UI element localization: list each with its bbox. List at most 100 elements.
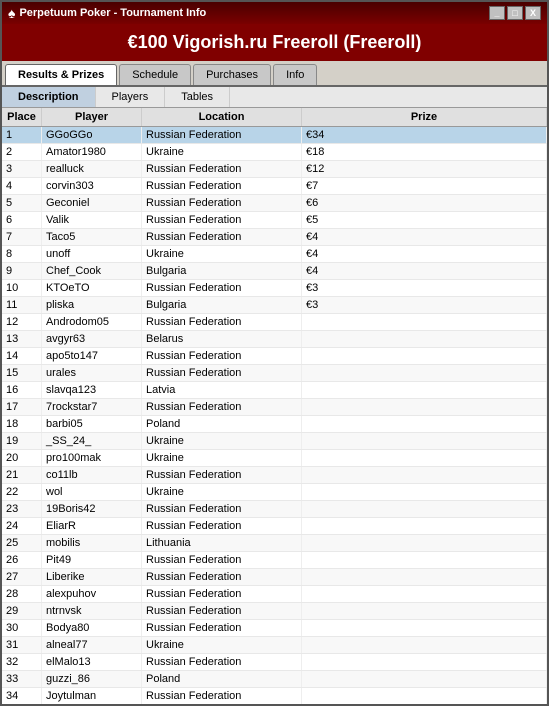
cell-prize [302, 501, 547, 517]
table-row[interactable]: 32elMalo13Russian Federation [2, 654, 547, 671]
cell-place: 2 [2, 144, 42, 160]
table-row[interactable]: 2Amator1980Ukraine€18 [2, 144, 547, 161]
cell-location: Ukraine [142, 144, 302, 160]
cell-prize [302, 382, 547, 398]
cell-player: 19Boris42 [42, 501, 142, 517]
cell-location: Russian Federation [142, 569, 302, 585]
table-body[interactable]: 1GGoGGoRussian Federation€342Amator1980U… [2, 127, 547, 704]
table-row[interactable]: 14apo5to147Russian Federation [2, 348, 547, 365]
cell-player: 7rockstar7 [42, 399, 142, 415]
col-header-prize: Prize [302, 108, 547, 126]
table-row[interactable]: 25mobilisLithuania [2, 535, 547, 552]
table-row[interactable]: 13avgyr63Belarus [2, 331, 547, 348]
table-row[interactable]: 34JoytulmanRussian Federation [2, 688, 547, 704]
table-row[interactable]: 12Androdom05Russian Federation [2, 314, 547, 331]
cell-place: 15 [2, 365, 42, 381]
table-row[interactable]: 6ValikRussian Federation€5 [2, 212, 547, 229]
table-row[interactable]: 21co11lbRussian Federation [2, 467, 547, 484]
cell-location: Poland [142, 416, 302, 432]
cell-player: EliarR [42, 518, 142, 534]
table-row[interactable]: 2319Boris42Russian Federation [2, 501, 547, 518]
table-row[interactable]: 24EliarRRussian Federation [2, 518, 547, 535]
title-bar-buttons: _ □ X [489, 6, 541, 20]
cell-prize: €3 [302, 280, 547, 296]
sub-tabs: Description Players Tables [2, 87, 547, 108]
cell-place: 14 [2, 348, 42, 364]
title-bar-left: ♠ Perpetuum Poker - Tournament Info [8, 5, 206, 21]
cell-prize: €4 [302, 229, 547, 245]
table-row[interactable]: 1GGoGGoRussian Federation€34 [2, 127, 547, 144]
cell-place: 24 [2, 518, 42, 534]
table-row[interactable]: 11pliskaBulgaria€3 [2, 297, 547, 314]
cell-place: 28 [2, 586, 42, 602]
cell-player: Liberike [42, 569, 142, 585]
cell-place: 4 [2, 178, 42, 194]
table-row[interactable]: 15uralesRussian Federation [2, 365, 547, 382]
cell-location: Lithuania [142, 535, 302, 551]
cell-player: Geconiel [42, 195, 142, 211]
table-row[interactable]: 29ntrnvskRussian Federation [2, 603, 547, 620]
table-row[interactable]: 33guzzi_86Poland [2, 671, 547, 688]
cell-place: 7 [2, 229, 42, 245]
cell-location: Russian Federation [142, 518, 302, 534]
tab-schedule[interactable]: Schedule [119, 64, 191, 85]
minimize-button[interactable]: _ [489, 6, 505, 20]
cell-prize [302, 603, 547, 619]
cell-location: Ukraine [142, 450, 302, 466]
sub-tab-description[interactable]: Description [2, 87, 96, 107]
table-row[interactable]: 7Taco5Russian Federation€4 [2, 229, 547, 246]
cell-location: Russian Federation [142, 229, 302, 245]
table-row[interactable]: 10KTOeTORussian Federation€3 [2, 280, 547, 297]
cell-prize: €18 [302, 144, 547, 160]
cell-player: ntrnvsk [42, 603, 142, 619]
table-row[interactable]: 9Chef_CookBulgaria€4 [2, 263, 547, 280]
table-row[interactable]: 30Bodya80Russian Federation [2, 620, 547, 637]
cell-player: alexpuhov [42, 586, 142, 602]
table-row[interactable]: 28alexpuhovRussian Federation [2, 586, 547, 603]
table-row[interactable]: 4corvin303Russian Federation€7 [2, 178, 547, 195]
cell-place: 20 [2, 450, 42, 466]
sub-tab-tables[interactable]: Tables [165, 87, 230, 107]
cell-player: pro100mak [42, 450, 142, 466]
cell-location: Russian Federation [142, 348, 302, 364]
cell-location: Russian Federation [142, 552, 302, 568]
tab-info[interactable]: Info [273, 64, 317, 85]
table-row[interactable]: 26Pit49Russian Federation [2, 552, 547, 569]
cell-prize [302, 433, 547, 449]
table-row[interactable]: 5GeconielRussian Federation€6 [2, 195, 547, 212]
table-header: Place Player Location Prize [2, 108, 547, 127]
cell-player: Joytulman [42, 688, 142, 704]
cell-prize [302, 688, 547, 704]
table-row[interactable]: 177rockstar7Russian Federation [2, 399, 547, 416]
sub-tab-players[interactable]: Players [96, 87, 166, 107]
cell-location: Russian Federation [142, 603, 302, 619]
close-button[interactable]: X [525, 6, 541, 20]
cell-player: realluck [42, 161, 142, 177]
cell-prize [302, 518, 547, 534]
cell-place: 19 [2, 433, 42, 449]
table-row[interactable]: 22wolUkraine [2, 484, 547, 501]
cell-place: 26 [2, 552, 42, 568]
window-title: Perpetuum Poker - Tournament Info [19, 7, 206, 19]
cell-place: 32 [2, 654, 42, 670]
table-row[interactable]: 20pro100makUkraine [2, 450, 547, 467]
maximize-button[interactable]: □ [507, 6, 523, 20]
cell-place: 8 [2, 246, 42, 262]
table-row[interactable]: 16slavqa123Latvia [2, 382, 547, 399]
cell-location: Latvia [142, 382, 302, 398]
table-row[interactable]: 3realluckRussian Federation€12 [2, 161, 547, 178]
table-row[interactable]: 19_SS_24_Ukraine [2, 433, 547, 450]
cell-place: 21 [2, 467, 42, 483]
cell-prize: €12 [302, 161, 547, 177]
table-row[interactable]: 27LiberikeRussian Federation [2, 569, 547, 586]
table-row[interactable]: 18barbi05Poland [2, 416, 547, 433]
tab-results-prizes[interactable]: Results & Prizes [5, 64, 117, 85]
tab-purchases[interactable]: Purchases [193, 64, 271, 85]
cell-place: 23 [2, 501, 42, 517]
cell-location: Russian Federation [142, 212, 302, 228]
cell-player: Pit49 [42, 552, 142, 568]
table-row[interactable]: 8unoffUkraine€4 [2, 246, 547, 263]
cell-place: 31 [2, 637, 42, 653]
cell-prize [302, 467, 547, 483]
table-row[interactable]: 31alneal77Ukraine [2, 637, 547, 654]
